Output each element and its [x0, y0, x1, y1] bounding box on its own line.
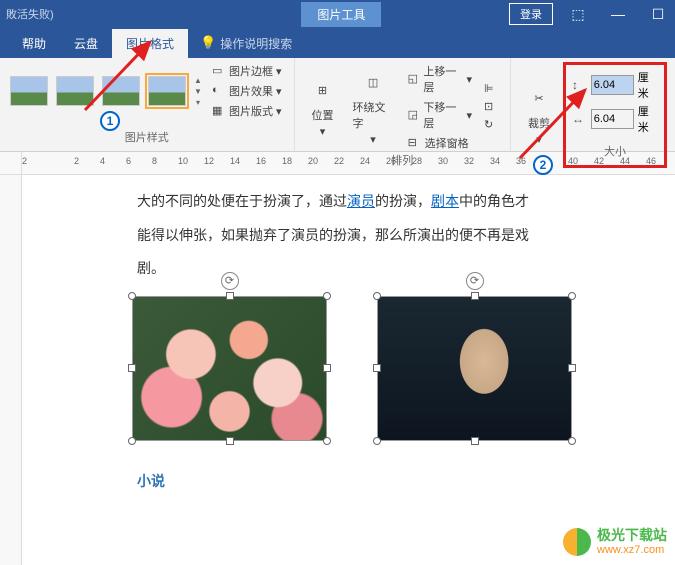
- resize-handle[interactable]: [128, 364, 136, 372]
- ribbon-display-icon[interactable]: ⬚: [563, 2, 593, 26]
- height-input[interactable]: 6.04: [591, 75, 634, 95]
- align-icon: ⊫: [484, 82, 498, 96]
- position-icon: ⊞: [309, 77, 337, 105]
- rotate-icon: ↻: [484, 118, 498, 132]
- image-person: [377, 296, 572, 441]
- section-heading-novel[interactable]: 小说: [137, 471, 655, 491]
- resize-handle[interactable]: [471, 437, 479, 445]
- group-label-styles: 图片样式: [8, 129, 286, 147]
- send-backward-icon: ◲: [408, 108, 421, 122]
- resize-handle[interactable]: [226, 292, 234, 300]
- picture-effects-button[interactable]: ◐图片效果▾: [208, 82, 286, 100]
- image-roses: [132, 296, 327, 441]
- minimize-icon[interactable]: —: [603, 2, 633, 26]
- watermark: 极光下载站 www.xz7.com: [563, 528, 667, 556]
- annotation-badge-1: 1: [100, 111, 120, 131]
- width-input[interactable]: 6.04: [591, 109, 634, 129]
- selected-image-2[interactable]: ⟳: [377, 296, 572, 441]
- styles-gallery-more[interactable]: ▲▼▾: [192, 75, 204, 107]
- resize-handle[interactable]: [568, 364, 576, 372]
- align-button[interactable]: ⊫: [480, 81, 502, 97]
- picture-tools-contextual-tab[interactable]: 图片工具: [301, 2, 381, 27]
- picture-style-3[interactable]: [102, 76, 140, 106]
- title-bar: 敗活失败) 图片工具 登录 ⬚ — ☐: [0, 0, 675, 28]
- picture-border-button[interactable]: ▭图片边框▾: [208, 62, 286, 80]
- tell-me-label: 操作说明搜索: [220, 35, 292, 52]
- picture-style-4[interactable]: [148, 76, 186, 106]
- login-button[interactable]: 登录: [509, 3, 553, 25]
- height-icon: ↕: [572, 78, 587, 92]
- resize-handle[interactable]: [373, 364, 381, 372]
- watermark-logo-icon: [563, 528, 591, 556]
- lightbulb-icon: 💡: [200, 35, 216, 51]
- resize-handle[interactable]: [471, 292, 479, 300]
- wrap-text-button[interactable]: ◫ 环绕文字▾: [347, 67, 400, 148]
- watermark-name: 极光下载站: [597, 528, 667, 543]
- resize-handle[interactable]: [568, 292, 576, 300]
- picture-layout-button[interactable]: ▦图片版式▾: [208, 102, 286, 120]
- ruler-vertical[interactable]: [0, 175, 22, 565]
- link-script[interactable]: 剧本: [431, 193, 459, 209]
- maximize-icon[interactable]: ☐: [643, 2, 673, 26]
- ribbon: ▲▼▾ ▭图片边框▾ ◐图片效果▾ ▦图片版式▾ 图片样式 ⊞ 位置▾ ◫ 环绕…: [0, 58, 675, 152]
- ribbon-tabs: 帮助 云盘 图片格式 💡 操作说明搜索: [0, 28, 675, 58]
- rotate-button[interactable]: ↻: [480, 117, 502, 133]
- resize-handle[interactable]: [323, 364, 331, 372]
- tell-me-search[interactable]: 💡 操作说明搜索: [200, 35, 292, 52]
- width-unit: 厘米: [638, 103, 658, 135]
- resize-handle[interactable]: [373, 437, 381, 445]
- resize-handle[interactable]: [568, 437, 576, 445]
- rotate-handle-icon[interactable]: ⟳: [221, 272, 239, 290]
- tab-picture-format[interactable]: 图片格式: [112, 29, 188, 58]
- resize-handle[interactable]: [226, 437, 234, 445]
- selection-icon: ⊟: [408, 136, 422, 150]
- selected-image-1[interactable]: ⟳: [132, 296, 327, 441]
- resize-handle[interactable]: [128, 292, 136, 300]
- resize-handle[interactable]: [323, 292, 331, 300]
- ruler-horizontal-bar: 2246810121416182022242628303234364042444…: [0, 152, 675, 175]
- link-actor[interactable]: 演员: [347, 193, 375, 209]
- resize-handle[interactable]: [373, 292, 381, 300]
- resize-handle[interactable]: [128, 437, 136, 445]
- resize-handle[interactable]: [323, 437, 331, 445]
- picture-style-2[interactable]: [56, 76, 94, 106]
- bring-forward-button[interactable]: ◱上移一层▾: [404, 62, 476, 96]
- rotate-handle-icon[interactable]: ⟳: [466, 272, 484, 290]
- ruler-horizontal[interactable]: 2246810121416182022242628303234364042444…: [22, 152, 675, 174]
- document-page[interactable]: 大的不同的处便在于扮演了，通过演员的扮演，剧本中的角色才 能得以伸张，如果抛弃了…: [22, 175, 675, 565]
- layout-icon: ▦: [212, 104, 226, 118]
- position-button[interactable]: ⊞ 位置▾: [303, 75, 343, 140]
- bring-forward-icon: ◱: [408, 72, 421, 86]
- title-status: 敗活失败): [2, 6, 54, 22]
- group-icon: ⊡: [484, 100, 498, 114]
- group-button[interactable]: ⊡: [480, 99, 502, 115]
- picture-style-1[interactable]: [10, 76, 48, 106]
- border-icon: ▭: [212, 64, 226, 78]
- document-text[interactable]: 大的不同的处便在于扮演了，通过演员的扮演，剧本中的角色才 能得以伸张，如果抛弃了…: [137, 185, 655, 286]
- crop-button[interactable]: ✂ 裁剪▾: [519, 83, 559, 148]
- selection-pane-button[interactable]: ⊟选择窗格: [404, 134, 476, 152]
- tab-help[interactable]: 帮助: [8, 29, 60, 58]
- watermark-url: www.xz7.com: [597, 544, 667, 556]
- send-backward-button[interactable]: ◲下移一层▾: [404, 98, 476, 132]
- wrap-icon: ◫: [359, 69, 387, 97]
- annotation-badge-2: 2: [533, 155, 553, 175]
- effects-icon: ◐: [212, 84, 226, 98]
- height-unit: 厘米: [638, 69, 658, 101]
- tab-cloud[interactable]: 云盘: [60, 29, 112, 58]
- width-icon: ↔: [572, 112, 587, 126]
- crop-icon: ✂: [525, 85, 553, 113]
